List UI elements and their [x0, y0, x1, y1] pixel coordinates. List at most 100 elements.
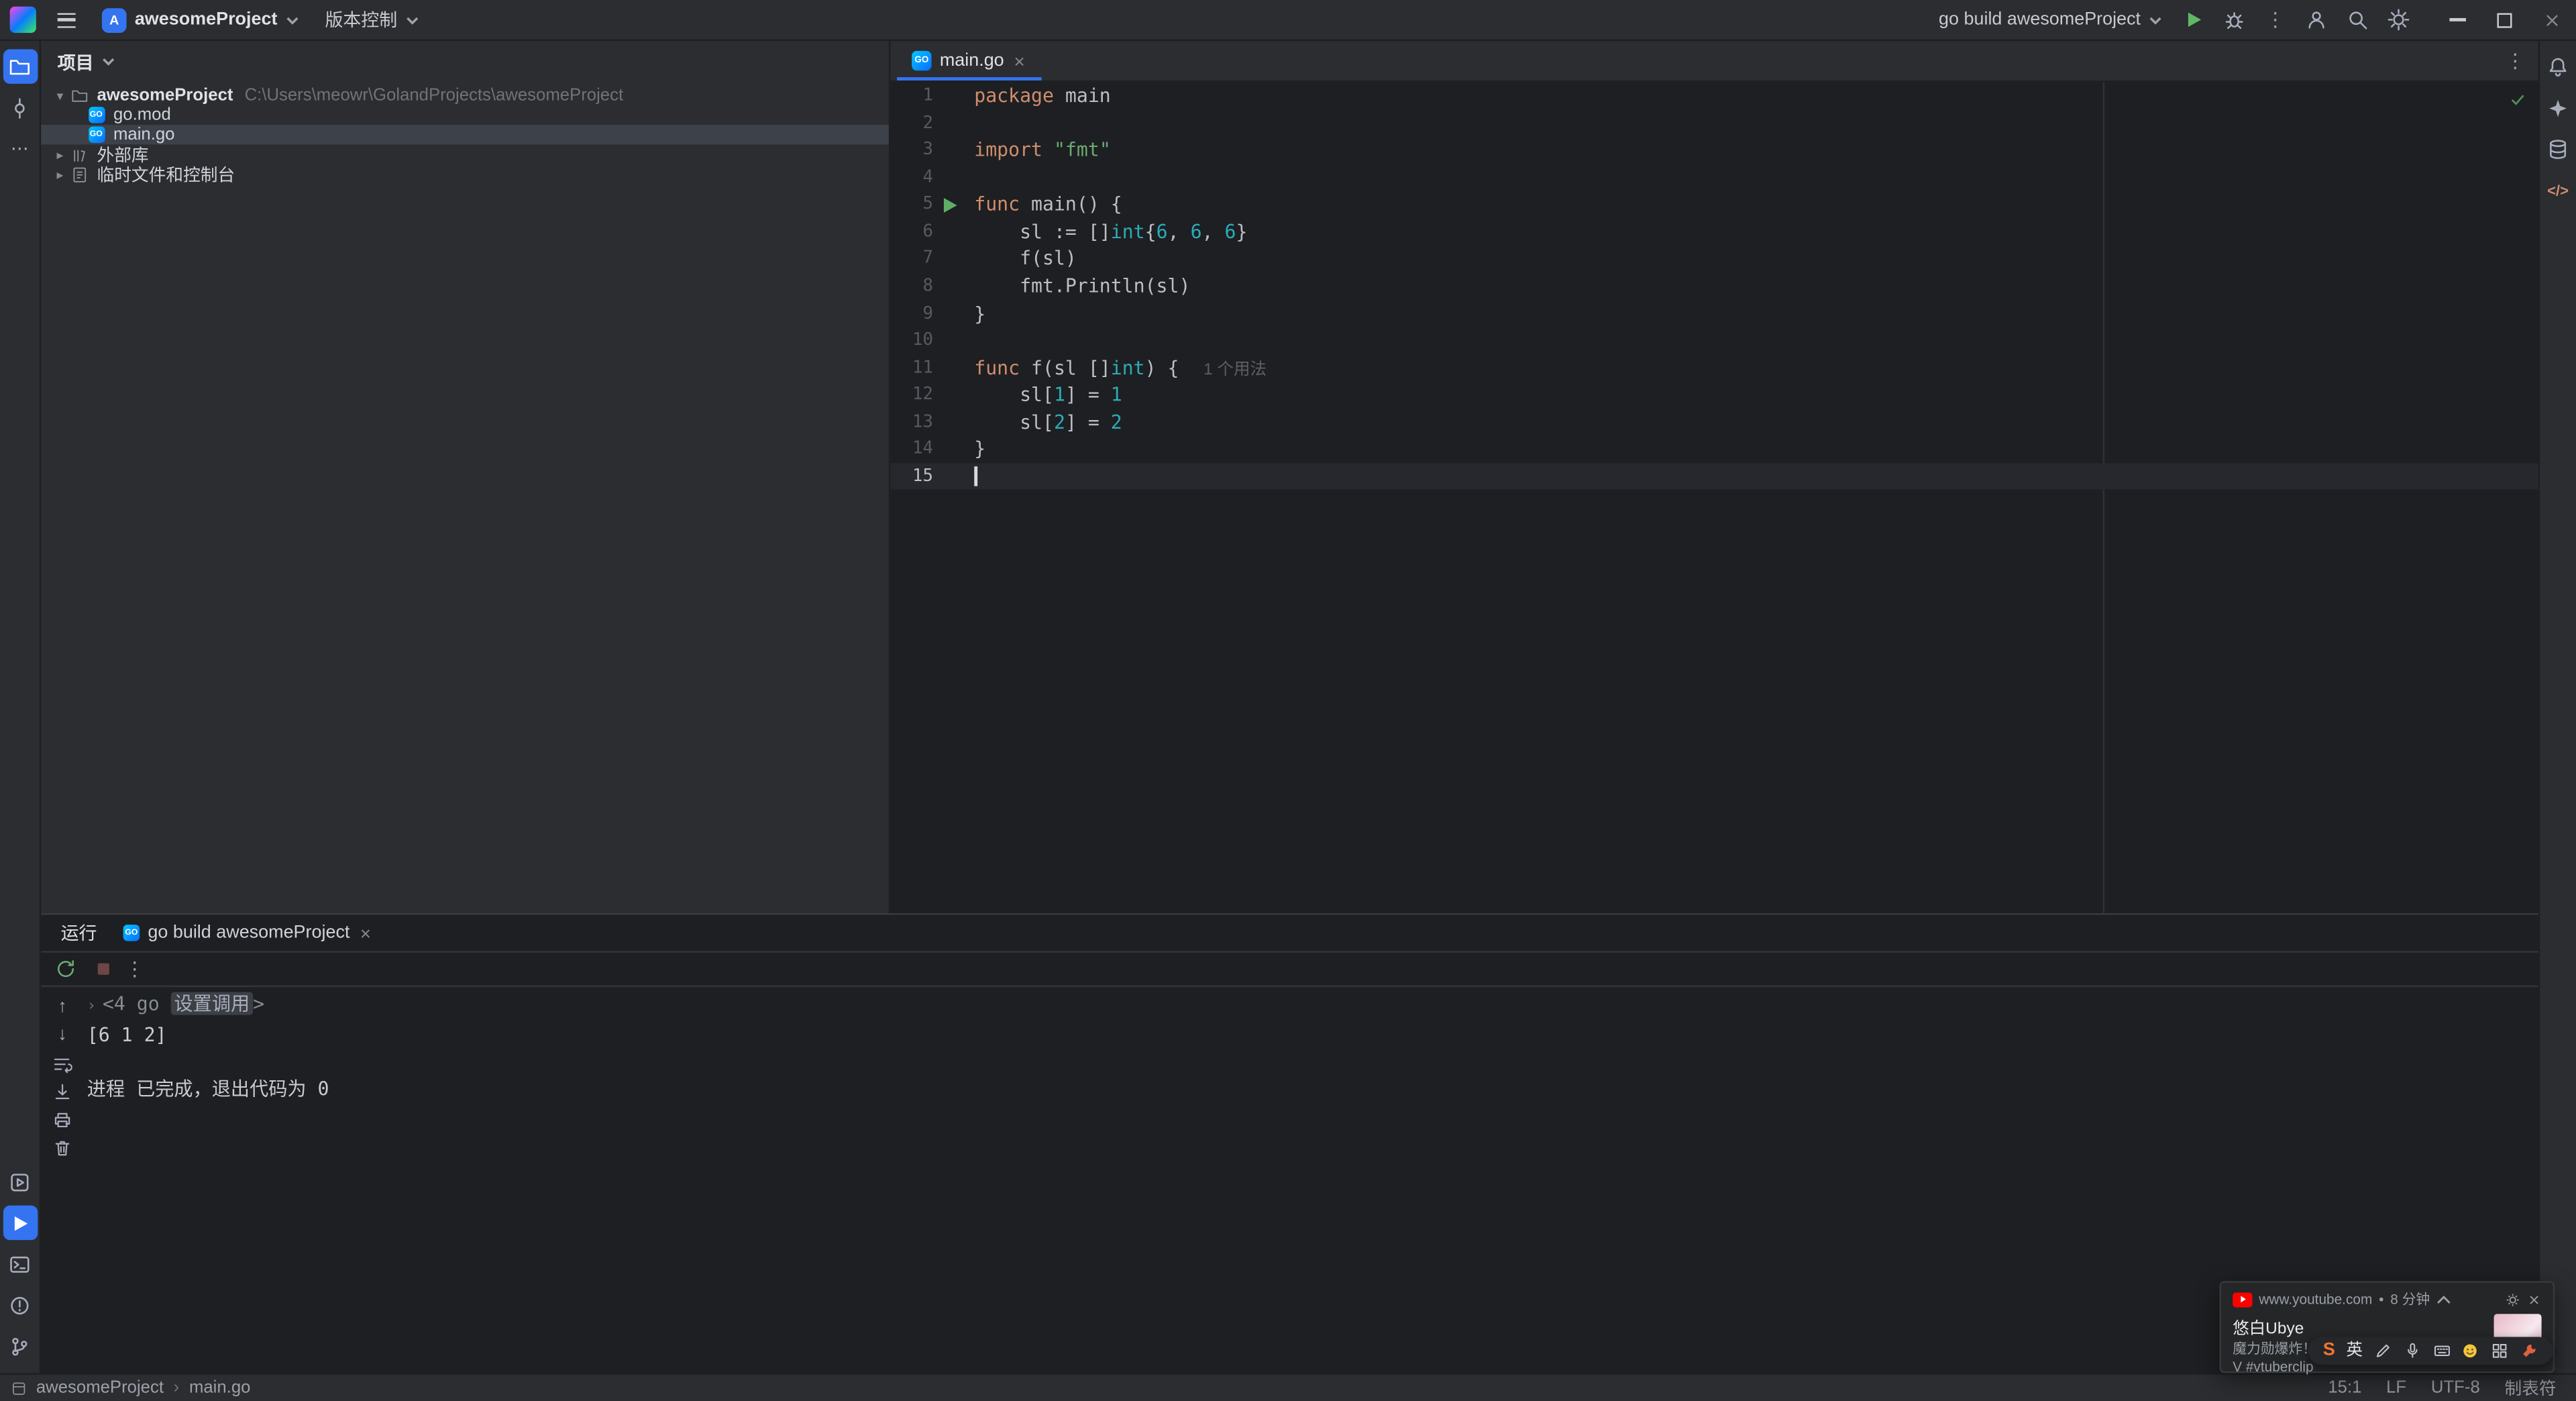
close-tab-icon[interactable]: [1012, 54, 1027, 68]
tool-run-icon[interactable]: [2, 1205, 38, 1241]
tool-endpoints-icon[interactable]: </>: [2540, 172, 2575, 207]
search-icon[interactable]: [2338, 0, 2377, 40]
project-selector[interactable]: A awesomeProject: [92, 1, 309, 38]
code-line-8[interactable]: 8 fmt.Println(sl): [890, 272, 2538, 300]
code-line-7[interactable]: 7 f(sl): [890, 246, 2538, 273]
chevron-down-icon[interactable]: ▾: [51, 88, 69, 103]
chevron-right-icon[interactable]: ▸: [51, 166, 69, 181]
close-tab-icon[interactable]: [358, 925, 373, 940]
status-encoding[interactable]: UTF-8: [2431, 1378, 2480, 1398]
toast-time: 8 分钟: [2390, 1290, 2430, 1308]
tool-ai-icon[interactable]: [2540, 91, 2575, 125]
chevron-down-icon: [103, 58, 115, 66]
rerun-icon[interactable]: [49, 953, 82, 986]
vcs-widget[interactable]: 版本控制: [315, 1, 429, 38]
go-file-icon: GO: [123, 925, 140, 941]
tree-item-awesomeproject[interactable]: ▾ awesomeProject C:\Users\meowr\GolandProj…: [41, 85, 889, 105]
wrench-icon[interactable]: [2520, 1342, 2538, 1360]
run-tab[interactable]: GO go build awesomeProject: [123, 923, 373, 943]
project-tool-window: 项目 ▾ awesomeProject C:\Users\meowr\GolandP…: [41, 41, 891, 913]
breadcrumb-file[interactable]: main.go: [189, 1378, 250, 1398]
inspections-ok-icon[interactable]: [2509, 91, 2527, 109]
status-line-separator[interactable]: LF: [2386, 1378, 2406, 1398]
code-line-14[interactable]: 14}: [890, 435, 2538, 463]
tool-terminal-icon[interactable]: [3, 1247, 37, 1281]
prev-occurrence-icon[interactable]: ↑: [48, 995, 77, 1020]
grid-icon[interactable]: [2491, 1342, 2509, 1360]
next-occurrence-icon[interactable]: ↓: [48, 1023, 77, 1048]
code-line-15[interactable]: 15: [890, 462, 2538, 490]
print-icon[interactable]: [48, 1107, 77, 1132]
project-panel-title: 项目: [57, 53, 94, 73]
console-output[interactable]: › <4 go 设置调用 > [6 1 2] 进程 已完成，退出代码为 0: [84, 987, 2538, 1373]
tool-commit-icon[interactable]: [3, 91, 37, 125]
code-line-9[interactable]: 9}: [890, 300, 2538, 327]
tool-bell-icon[interactable]: [2540, 49, 2575, 83]
tool-problems-icon[interactable]: [3, 1288, 37, 1322]
scroll-to-end-icon[interactable]: [48, 1079, 77, 1104]
tool-more-icon[interactable]: ⋯: [3, 132, 37, 166]
run-config-selector[interactable]: go build awesomeProject: [1929, 1, 2171, 38]
ime-toolbar[interactable]: S 英: [2308, 1337, 2553, 1365]
minimize-button[interactable]: [2433, 0, 2481, 40]
soft-wrap-icon[interactable]: [48, 1051, 77, 1076]
code-line-11[interactable]: 11 func f(sl []int) { 1 个用法: [890, 354, 2538, 382]
code-text: package main: [974, 83, 1111, 107]
chevron-up-icon[interactable]: [2436, 1292, 2451, 1306]
console-folded-line[interactable]: › <4 go 设置调用 >: [87, 990, 2538, 1021]
clear-icon[interactable]: [48, 1135, 77, 1159]
fold-chevron-icon[interactable]: ›: [87, 998, 96, 1015]
run-gutter-icon[interactable]: [933, 191, 967, 219]
tool-vcs-icon[interactable]: [3, 1329, 37, 1363]
code-line-3[interactable]: 3 import "fmt": [890, 136, 2538, 164]
main-menu-icon[interactable]: [46, 0, 86, 40]
code-text: sl[1] = 1: [974, 382, 1122, 407]
code-line-1[interactable]: 1 package main: [890, 82, 2538, 109]
code-line-5[interactable]: 5 func main() {: [890, 191, 2538, 219]
code-text: fmt.Println(sl): [974, 274, 1191, 297]
debug-button[interactable]: [2214, 0, 2254, 40]
tree-item-go-mod[interactable]: GO go.mod: [41, 105, 889, 125]
editor-tab-main-go[interactable]: GO main.go: [897, 41, 1042, 81]
breadcrumb-project[interactable]: awesomeProject: [36, 1378, 164, 1398]
gutter: [933, 218, 967, 246]
status-caret-position[interactable]: 15:1: [2328, 1378, 2361, 1398]
tree-item-main-go[interactable]: GO main.go: [41, 125, 889, 145]
toast-settings-gear-icon[interactable]: [2506, 1292, 2520, 1306]
pen-icon[interactable]: [2374, 1342, 2392, 1360]
status-indent[interactable]: 制表符: [2505, 1376, 2557, 1400]
code-line-12[interactable]: 12 sl[1] = 1: [890, 381, 2538, 409]
stop-icon[interactable]: [87, 953, 120, 986]
settings-gear-icon[interactable]: [2379, 0, 2418, 40]
run-button[interactable]: [2174, 0, 2213, 40]
gutter: [933, 435, 967, 463]
user-icon[interactable]: [2297, 0, 2337, 40]
line-number: 11: [912, 357, 934, 378]
tool-project-icon[interactable]: [2, 49, 38, 84]
sogou-logo-icon[interactable]: S: [2323, 1341, 2335, 1360]
line-number: 7: [922, 248, 934, 268]
keyboard-icon[interactable]: [2432, 1342, 2451, 1360]
code-line-10[interactable]: 10: [890, 327, 2538, 354]
code-line-4[interactable]: 4: [890, 164, 2538, 191]
code-line-6[interactable]: 6 sl := []int{6, 6, 6}: [890, 218, 2538, 246]
code-editor[interactable]: 1 package main 2 3 import "fmt" 4 5 func main()…: [890, 82, 2538, 913]
console-more-icon[interactable]: ⋮: [125, 959, 144, 979]
editor-options-icon[interactable]: ⋮: [2506, 51, 2525, 70]
code-line-13[interactable]: 13 sl[2] = 2: [890, 409, 2538, 436]
close-button[interactable]: [2528, 0, 2576, 40]
ime-mode-english[interactable]: 英: [2347, 1342, 2363, 1359]
folded-region[interactable]: 设置调用: [170, 992, 254, 1015]
code-line-2[interactable]: 2: [890, 109, 2538, 137]
tool-database-icon[interactable]: [2540, 132, 2575, 166]
chevron-right-icon[interactable]: ▸: [51, 147, 69, 162]
maximize-button[interactable]: [2481, 0, 2528, 40]
gutter: [933, 246, 967, 273]
mic-icon[interactable]: [2403, 1342, 2421, 1360]
tool-services-icon[interactable]: [3, 1164, 37, 1198]
project-panel-header[interactable]: 项目: [41, 41, 889, 82]
more-actions-icon[interactable]: ⋮: [2255, 0, 2295, 40]
emoji-icon[interactable]: [2461, 1342, 2479, 1360]
tree-item--[interactable]: ▸ 临时文件和控制台: [41, 164, 889, 185]
toast-close-icon[interactable]: [2527, 1292, 2542, 1306]
